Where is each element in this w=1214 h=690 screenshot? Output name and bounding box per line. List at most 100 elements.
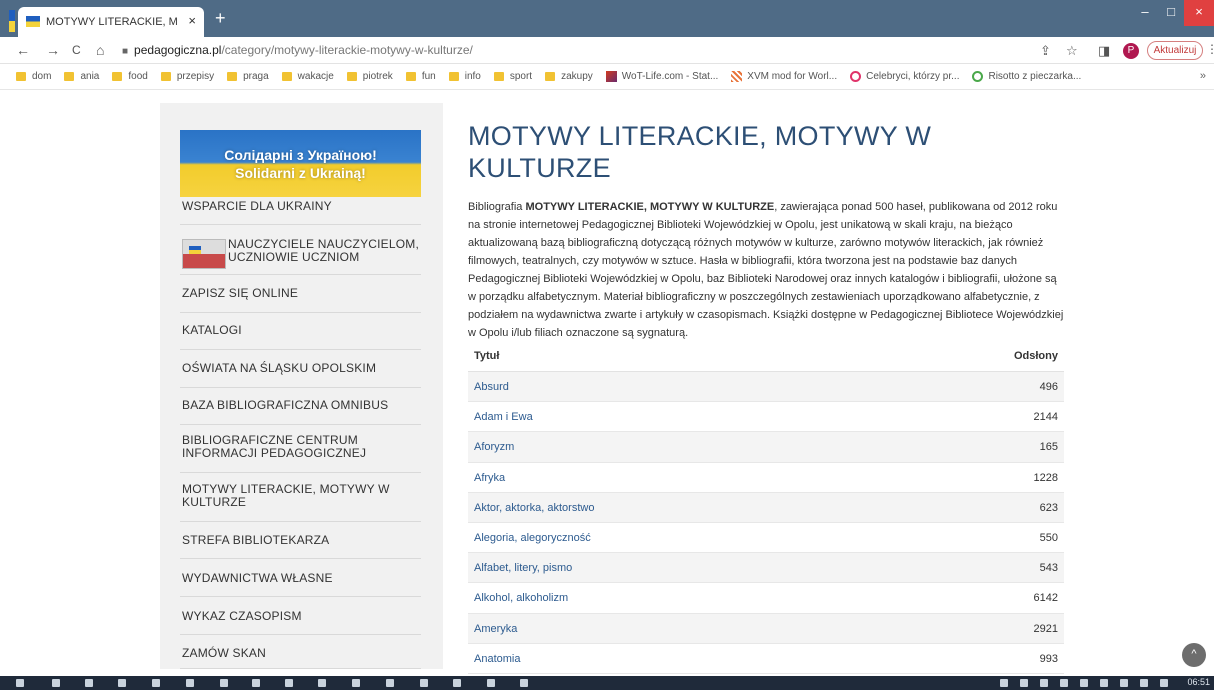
update-button[interactable]: Aktualizuj (1147, 41, 1203, 60)
intro-bold: MOTYWY LITERACKIE, MOTYWY W KULTURZE (525, 201, 775, 213)
taskbar-app-icon[interactable] (85, 679, 93, 687)
views-count: 1228 (1033, 471, 1058, 484)
taskbar-app-icon[interactable] (186, 679, 194, 687)
bookmark-item[interactable]: piotrek (346, 71, 393, 82)
folder-icon (405, 72, 416, 81)
sidebar-item[interactable]: BAZA BIBLIOGRAFICZNA OMNIBUS (180, 388, 421, 425)
maximize-button[interactable]: □ (1158, 0, 1184, 26)
sidebar-item[interactable]: KATALOGI (180, 313, 421, 350)
taskbar-app-icon[interactable] (1160, 679, 1168, 687)
forward-button[interactable]: → (46, 42, 60, 58)
taskbar-app-icon[interactable] (285, 679, 293, 687)
table-row: Alkohol, alkoholizm 6142 (468, 583, 1064, 614)
sidebar: Солідарні з Україною! Solidarni z Ukrain… (160, 103, 443, 669)
taskbar-app-icon[interactable] (118, 679, 126, 687)
taskbar-app-icon[interactable] (318, 679, 326, 687)
sidebar-item[interactable]: OŚWIATA NA ŚLĄSKU OPOLSKIM (180, 350, 421, 388)
back-button[interactable]: ← (16, 42, 30, 58)
sidebar-item[interactable]: WYDAWNICTWA WŁASNE (180, 559, 421, 597)
browser-menu-icon[interactable]: ⋮ (1206, 42, 1214, 56)
taskbar-app-icon[interactable] (386, 679, 394, 687)
sidebar-item[interactable]: WSPARCIE DLA UKRAINY (180, 198, 421, 225)
taskbar-app-icon[interactable] (487, 679, 495, 687)
bookmark-item[interactable]: sport (493, 71, 532, 82)
profile-avatar[interactable]: P (1123, 43, 1139, 59)
taskbar-app-icon[interactable] (52, 679, 60, 687)
motif-link[interactable]: Absurd (474, 381, 509, 393)
sidebar-item[interactable]: ZAPISZ SIĘ ONLINE (180, 275, 421, 313)
bookmark-item[interactable]: praga (227, 71, 269, 82)
windows-start-icon[interactable] (16, 679, 24, 687)
minimize-button[interactable]: – (1132, 0, 1158, 26)
ukraine-solidarity-banner[interactable]: Солідарні з Україною! Solidarni z Ukrain… (180, 130, 421, 197)
taskbar-app-icon[interactable] (520, 679, 528, 687)
taskbar-app-icon[interactable] (352, 679, 360, 687)
sidebar-item[interactable]: NAUCZYCIELE NAUCZYCIELOM, UCZNIOWIE UCZN… (180, 225, 421, 275)
taskbar-app-icon[interactable] (252, 679, 260, 687)
bookmark-item[interactable]: zakupy (545, 71, 593, 82)
bookmark-item[interactable]: WoT-Life.com - Stat... (605, 71, 718, 82)
motif-link[interactable]: Adam i Ewa (474, 411, 533, 423)
bookmark-item[interactable]: info (448, 71, 481, 82)
motif-link[interactable]: Aktor, aktorka, aktorstwo (474, 502, 594, 514)
motif-link[interactable]: Anatomia (474, 653, 520, 665)
bookmark-item[interactable]: wakacje (281, 71, 334, 82)
sidebar-item[interactable]: STREFA BIBLIOTEKARZA (180, 522, 421, 559)
taskbar-app-icon[interactable] (220, 679, 228, 687)
taskbar-clock: 06:51 (1187, 677, 1210, 687)
home-button[interactable]: ⌂ (96, 42, 104, 58)
taskbar-app-icon[interactable] (1020, 679, 1028, 687)
taskbar-app-icon[interactable] (420, 679, 428, 687)
close-window-button[interactable]: × (1184, 0, 1214, 26)
sidebar-item-label: BIBLIOGRAFICZNE CENTRUM INFORMACJI PEDAG… (182, 433, 367, 460)
bookmark-item[interactable]: XVM mod for Worl... (731, 71, 837, 82)
motifs-table: Tytuł Odsłony Absurd 496 Adam i Ewa 2144 Afo… (468, 342, 1064, 674)
folder-icon (227, 72, 238, 81)
bookmark-item[interactable]: fun (405, 71, 436, 82)
sidebar-item[interactable]: BIBLIOGRAFICZNE CENTRUM INFORMACJI PEDAG… (180, 425, 421, 473)
col-views-header[interactable]: Odsłony (1014, 350, 1058, 362)
bookmark-item[interactable]: Celebryci, którzy pr... (850, 71, 959, 82)
share-icon[interactable]: ⇪ (1040, 43, 1051, 59)
tab-close-icon[interactable]: × (188, 13, 196, 28)
motif-link[interactable]: Aforyzm (474, 441, 514, 453)
reload-button[interactable]: C (72, 43, 81, 57)
bookmark-label: wakacje (297, 71, 334, 82)
motif-link[interactable]: Alkohol, alkoholizm (474, 592, 568, 604)
sidebar-item-label: WYDAWNICTWA WŁASNE (182, 571, 333, 585)
bookmark-star-icon[interactable]: ☆ (1066, 43, 1078, 59)
new-tab-button[interactable]: + (215, 9, 226, 27)
motif-link[interactable]: Alfabet, litery, pismo (474, 562, 572, 574)
taskbar-app-icon[interactable] (1120, 679, 1128, 687)
taskbar-app-icon[interactable] (1140, 679, 1148, 687)
taskbar-app-icon[interactable] (453, 679, 461, 687)
sidebar-item[interactable]: WYKAZ CZASOPISM (180, 597, 421, 635)
motif-link[interactable]: Ameryka (474, 623, 517, 635)
taskbar-app-icon[interactable] (1040, 679, 1048, 687)
taskbar-app-icon[interactable] (152, 679, 160, 687)
col-title-header[interactable]: Tytuł (474, 350, 499, 362)
sidebar-item[interactable]: MOTYWY LITERACKIE, MOTYWY W KULTURZE (180, 473, 421, 522)
bookmark-item[interactable]: ania (64, 71, 99, 82)
motif-link[interactable]: Afryka (474, 472, 505, 484)
bookmarks-more-icon[interactable]: » (1200, 70, 1206, 82)
bookmark-item[interactable]: Risotto z pieczarka... (972, 71, 1081, 82)
bookmark-item[interactable]: przepisy (160, 71, 214, 82)
side-panel-icon[interactable]: ◨ (1098, 43, 1110, 59)
url-field[interactable]: ■ pedagogiczna.pl/category/motywy-literac… (122, 43, 473, 57)
sidebar-item[interactable]: ZAMÓW SKAN (180, 635, 421, 669)
table-row: Ameryka 2921 (468, 613, 1064, 644)
bookmark-item[interactable]: food (112, 71, 148, 82)
motif-link[interactable]: Alegoria, alegoryczność (474, 532, 591, 544)
sidebar-item-label: STREFA BIBLIOTEKARZA (182, 533, 330, 547)
taskbar-app-icon[interactable] (1060, 679, 1068, 687)
taskbar-app-icon[interactable] (1000, 679, 1008, 687)
bookmark-item[interactable]: dom (16, 71, 51, 82)
taskbar-app-icon[interactable] (1100, 679, 1108, 687)
tab-active[interactable]: MOTYWY LITERACKIE, MOTYWY × (18, 7, 204, 37)
bookmark-label: info (464, 71, 481, 82)
taskbar-app-icon[interactable] (1080, 679, 1088, 687)
scroll-to-top-button[interactable]: ^ (1182, 643, 1206, 667)
views-count: 550 (1039, 531, 1058, 544)
url-path: /category/motywy-literackie-motywy-w-kul… (221, 43, 473, 57)
